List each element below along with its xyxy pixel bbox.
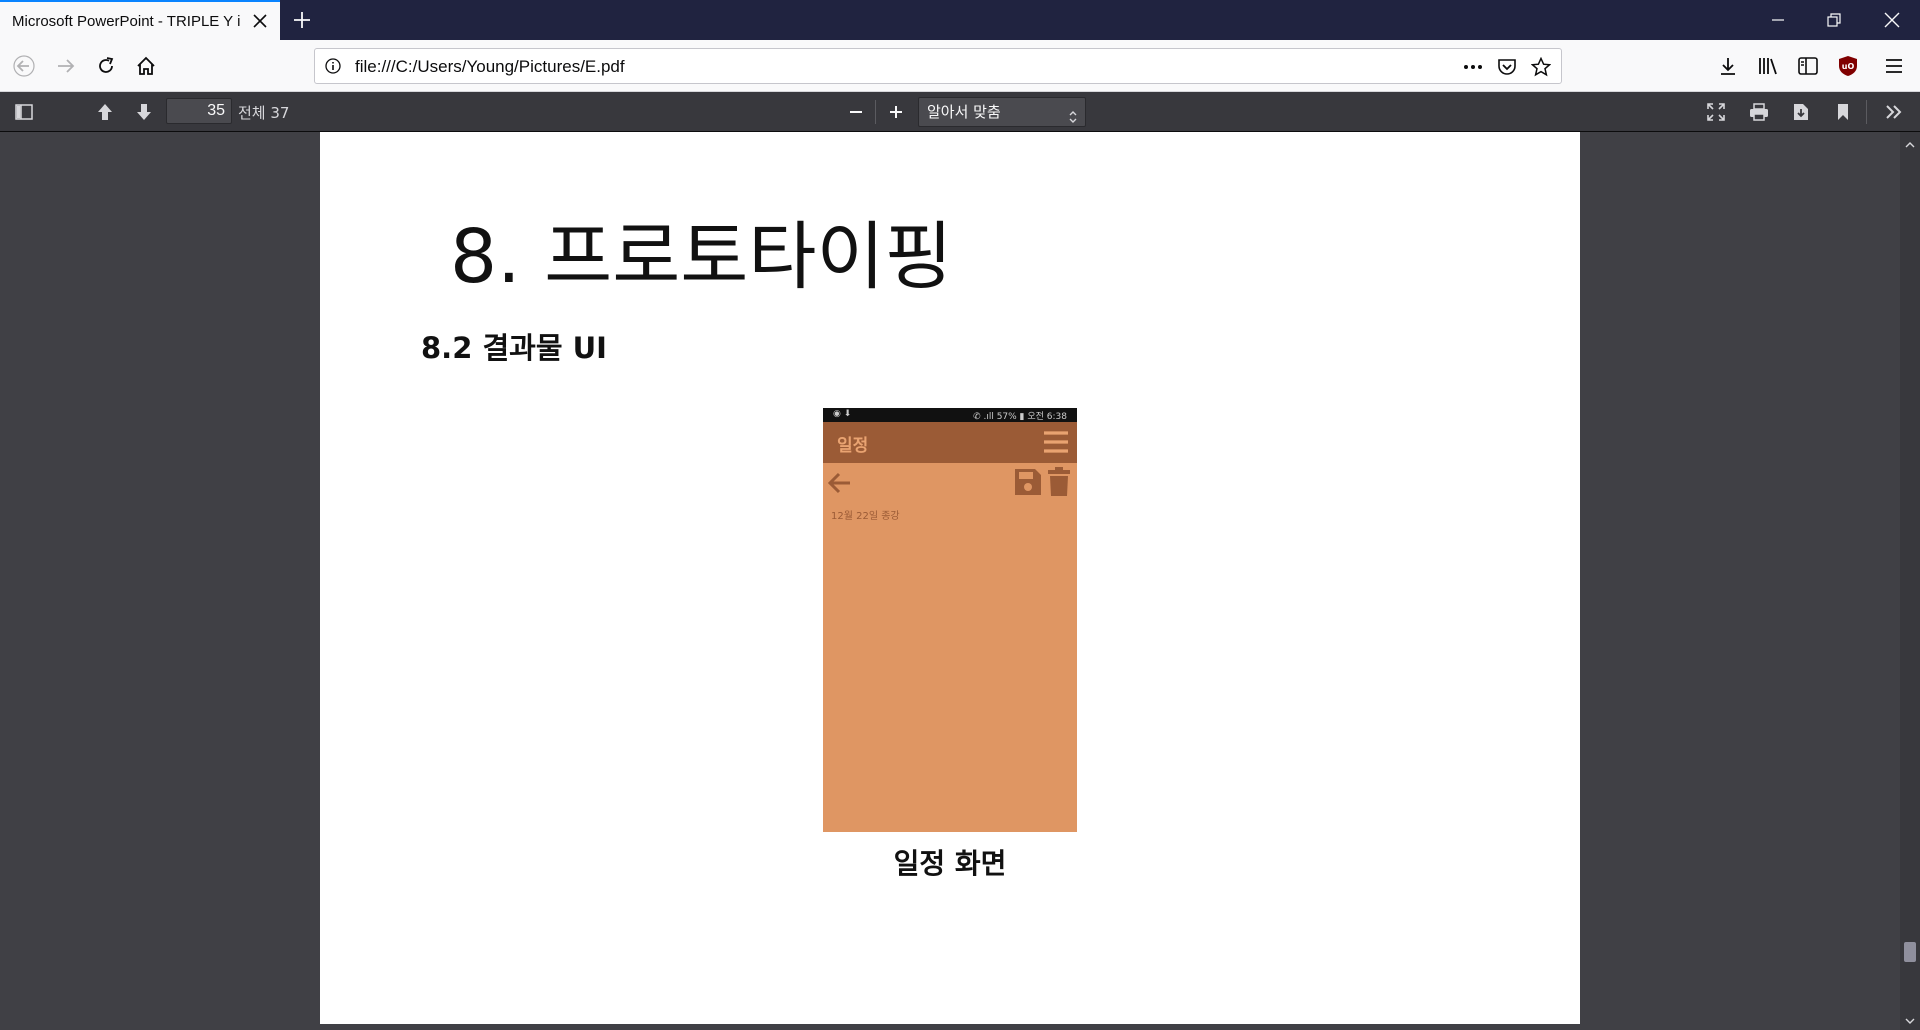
pdf-toolbar: 35 전체 37 알아서 맞춤 xyxy=(0,92,1920,132)
slide-caption: 일정 화면 xyxy=(893,847,1007,880)
svg-text:uO: uO xyxy=(1842,62,1855,71)
zoom-out-icon[interactable] xyxy=(842,98,870,126)
previous-page-icon[interactable] xyxy=(91,98,119,126)
arrow-right-icon[interactable] xyxy=(50,50,82,82)
zoom-select[interactable]: 알아서 맞춤 xyxy=(918,97,1086,127)
new-tab-icon[interactable] xyxy=(288,6,316,34)
tools-chevron-icon[interactable] xyxy=(1880,98,1908,126)
tab-title: Microsoft PowerPoint - TRIPLE Y i xyxy=(12,12,241,30)
more-actions-icon[interactable] xyxy=(1461,55,1485,79)
sidebar-toggle-icon[interactable] xyxy=(1792,50,1824,82)
page-number-input[interactable]: 35 xyxy=(166,98,232,124)
zoom-separator xyxy=(875,100,876,124)
pdf-viewer[interactable]: 8. 프로토타이핑 8.2 결과물 UI ◉ ⬇ ✆ .ıll 57% ▮ 오전… xyxy=(0,132,1920,1030)
floppy-disk-icon xyxy=(1014,467,1042,497)
status-notification-icon: ◉ ⬇ xyxy=(833,409,852,419)
tab-strip: Microsoft PowerPoint - TRIPLE Y i xyxy=(0,0,1920,40)
navigation-toolbar: file:///C:/Users/Young/Pictures/E.pdf uO xyxy=(0,40,1920,92)
page-total-label: 전체 37 xyxy=(238,104,290,122)
home-icon[interactable] xyxy=(130,50,162,82)
phone-app-title: 일정 xyxy=(837,436,869,456)
scroll-down-icon[interactable] xyxy=(1904,1012,1916,1024)
library-icon[interactable] xyxy=(1752,50,1784,82)
select-arrows-icon xyxy=(1069,105,1077,133)
ublock-origin-icon[interactable]: uO xyxy=(1832,50,1864,82)
url-text[interactable]: file:///C:/Users/Young/Pictures/E.pdf xyxy=(355,57,625,77)
restore-icon[interactable] xyxy=(1806,0,1862,40)
next-page-icon[interactable] xyxy=(130,98,158,126)
schedule-note-text: 12월 22일 종강 xyxy=(831,511,900,522)
info-icon[interactable] xyxy=(323,56,343,76)
reload-icon[interactable] xyxy=(90,50,122,82)
scroll-up-icon[interactable] xyxy=(1904,136,1916,148)
hamburger-menu-icon[interactable] xyxy=(1878,50,1910,82)
download-icon[interactable] xyxy=(1712,50,1744,82)
zoom-select-value: 알아서 맞춤 xyxy=(927,103,1001,121)
pdf-sidebar-toggle-icon[interactable] xyxy=(10,98,38,126)
bookmark-icon[interactable] xyxy=(1829,98,1857,126)
phone-screenshot: ◉ ⬇ ✆ .ıll 57% ▮ 오전 6:38 일정 12월 22일 종강 xyxy=(823,408,1077,832)
bookmark-star-icon[interactable] xyxy=(1529,55,1553,79)
slide-subtitle: 8.2 결과물 UI xyxy=(421,331,607,365)
back-arrow-icon xyxy=(827,470,853,496)
pdf-page: 8. 프로토타이핑 8.2 결과물 UI ◉ ⬇ ✆ .ıll 57% ▮ 오전… xyxy=(320,132,1580,1024)
arrow-left-icon[interactable] xyxy=(8,50,40,82)
print-icon[interactable] xyxy=(1745,98,1773,126)
status-indicators: ✆ .ıll 57% ▮ 오전 6:38 xyxy=(973,412,1067,422)
tab-active[interactable]: Microsoft PowerPoint - TRIPLE Y i xyxy=(0,0,280,40)
save-pdf-icon[interactable] xyxy=(1787,98,1815,126)
hamburger-icon xyxy=(1043,430,1069,454)
minimize-icon[interactable] xyxy=(1750,0,1806,40)
slide-title: 8. 프로토타이핑 xyxy=(450,214,953,300)
scroll-thumb[interactable] xyxy=(1904,942,1916,962)
phone-status-bar: ◉ ⬇ ✆ .ıll 57% ▮ 오전 6:38 xyxy=(823,408,1077,422)
vertical-scrollbar[interactable] xyxy=(1900,132,1920,1030)
pocket-icon[interactable] xyxy=(1495,55,1519,79)
phone-app-bar: 일정 xyxy=(823,422,1077,463)
trash-icon xyxy=(1048,467,1070,497)
tab-close-icon[interactable] xyxy=(250,11,270,31)
presentation-mode-icon[interactable] xyxy=(1702,98,1730,126)
url-bar[interactable]: file:///C:/Users/Young/Pictures/E.pdf xyxy=(314,48,1562,84)
toolbar-separator xyxy=(1866,100,1867,124)
zoom-in-icon[interactable] xyxy=(882,98,910,126)
close-window-icon[interactable] xyxy=(1864,0,1920,40)
